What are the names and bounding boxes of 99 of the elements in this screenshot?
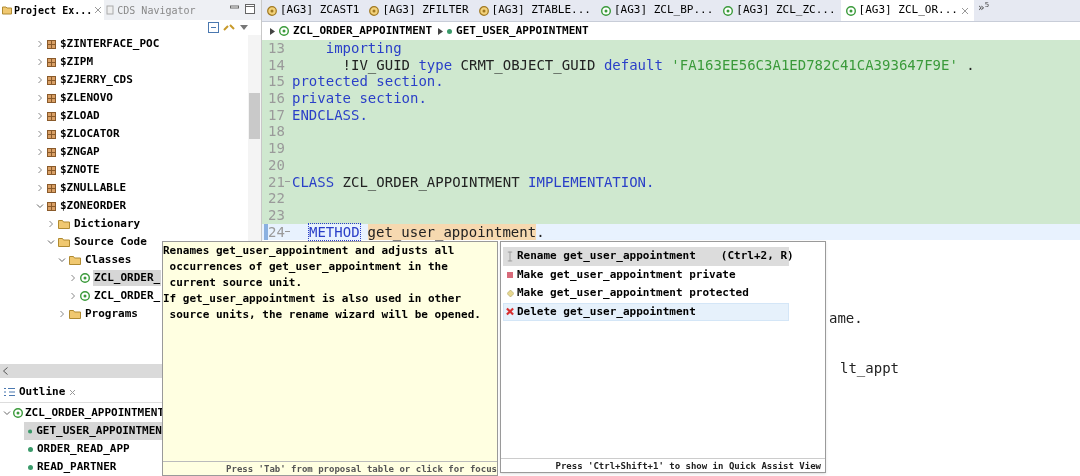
editor-tab[interactable]: [AG3] ZCL_OR...	[840, 0, 974, 21]
code-text: METHOD get_user_appointment.	[308, 223, 545, 241]
line-number: 18	[268, 123, 285, 141]
maximize-icon	[245, 4, 255, 14]
line-number: 24	[268, 223, 285, 241]
diamond-icon	[506, 289, 514, 297]
close-icon	[69, 388, 77, 396]
close-icon	[94, 6, 103, 14]
delete-icon	[506, 307, 514, 317]
outline-item[interactable]: GET_USER_APPOINTMEN	[24, 422, 162, 440]
class-icon	[845, 5, 856, 16]
method-icon	[28, 446, 33, 452]
package-icon	[47, 111, 56, 121]
quick-assist-item[interactable]: Make get_user_appointment private	[503, 265, 789, 284]
outline-item[interactable]: READ_PARTNER	[24, 458, 162, 476]
package-icon	[47, 147, 56, 157]
code-text: ENDCLASS.	[292, 106, 368, 124]
line-number: 23	[268, 206, 285, 224]
quick-assist-item[interactable]: Make get_user_appointment protected	[503, 284, 789, 303]
folder-icon	[69, 255, 81, 265]
editor-tab[interactable]: [AG3] ZCL_ZC...	[718, 0, 841, 21]
outline-item[interactable]: ZCL_ORDER_APPOINTMENT	[25, 404, 165, 422]
link-icon[interactable]	[223, 22, 235, 33]
editor-tab[interactable]: [AG3] ZTABLE...	[473, 0, 596, 21]
document-icon	[106, 5, 116, 15]
class-icon	[279, 26, 289, 36]
tree-item[interactable]: $ZJERRY_CDS	[59, 71, 134, 89]
outline-icon	[4, 387, 15, 397]
interface-icon	[478, 5, 489, 16]
line-number: 15	[268, 73, 285, 91]
tree-item[interactable]: $ZNOTE	[59, 161, 101, 179]
line-number: 21	[268, 173, 285, 191]
package-icon	[47, 129, 56, 139]
package-icon	[47, 183, 56, 193]
outline-item[interactable]: ORDER_READ_APP	[24, 440, 162, 458]
package-icon	[47, 165, 56, 175]
quick-assist-item[interactable]: Delete get_user_appointment	[503, 302, 789, 321]
code-text: private section.	[292, 90, 427, 107]
folder-icon	[69, 309, 81, 319]
breadcrumb-item[interactable]: GET_USER_APPOINTMENT	[456, 22, 589, 40]
tree-item[interactable]: $ZNGAP	[59, 143, 101, 161]
tree-item[interactable]: Dictionary	[73, 215, 142, 233]
close-icon	[960, 6, 969, 15]
line-number: 20	[268, 156, 285, 174]
package-icon	[47, 93, 56, 103]
tooltip-text: Renames get_user_appointment and adjusts all occurrences of get_user_appointment in the current source unit. If get_user_appointment is also used in other source units, the rename wizard will be opened.	[163, 243, 482, 323]
method-icon	[447, 28, 453, 34]
breadcrumb-arrow-icon	[438, 27, 444, 35]
breadcrumb-arrow-icon	[270, 27, 275, 35]
line-number: 22	[268, 190, 285, 207]
method-icon	[28, 464, 33, 470]
package-icon	[47, 75, 56, 85]
breadcrumb-item[interactable]: ZCL_ORDER_APPOINTMENT	[293, 22, 433, 40]
tree-item[interactable]: $ZINTERFACE_POC	[59, 35, 161, 53]
editor-tab[interactable]: [AG3] ZFILTER	[364, 0, 474, 21]
collapse-all-icon[interactable]	[208, 22, 219, 33]
package-icon	[47, 57, 56, 67]
interface-icon	[369, 5, 380, 16]
tree-item[interactable]: $ZLOCATOR	[59, 125, 121, 143]
line-number: 17	[268, 106, 285, 124]
tree-item[interactable]: $ZNULLABLE	[59, 179, 128, 197]
class-icon	[723, 5, 734, 16]
code-text: CLASS ZCL_ORDER_APPOINTMENT IMPLEMENTATION.	[292, 173, 655, 191]
code-text: ame.	[829, 310, 863, 327]
code-text: lt_appt	[840, 359, 899, 376]
panel-tab[interactable]: Project Ex...	[0, 0, 105, 20]
tree-item[interactable]: Classes	[84, 251, 133, 269]
line-number: 14	[268, 56, 285, 74]
editor-tab[interactable]: [AG3] ZCAST1	[262, 0, 365, 21]
package-icon	[47, 201, 56, 211]
rename-icon	[506, 250, 514, 262]
class-icon	[13, 408, 23, 418]
code-text: importing	[324, 40, 402, 57]
minimize-icon	[230, 4, 239, 10]
editor-tab[interactable]: [AG3] ZCL_BP...	[595, 0, 719, 21]
scroll-left-icon[interactable]	[3, 367, 8, 375]
tree-item[interactable]: ZCL_ORDER_	[93, 287, 162, 305]
square-icon	[507, 271, 513, 278]
tree-item[interactable]: $ZLENOVO	[59, 89, 114, 107]
line-number: 16	[268, 90, 285, 107]
folder-icon	[58, 237, 70, 247]
class-icon	[600, 5, 611, 16]
tree-item[interactable]: $ZLOAD	[59, 107, 101, 125]
tree-item[interactable]: ZCL_ORDER_	[93, 269, 162, 287]
tree-item[interactable]: $ZONEORDER	[59, 197, 128, 215]
tree-item[interactable]: Source Code	[73, 233, 148, 251]
tooltip-hint: Press 'Tab' from proposal table or click for focus	[226, 463, 497, 475]
line-number: 13	[268, 40, 285, 57]
interface-icon	[267, 5, 277, 16]
method-icon	[28, 428, 33, 434]
quick-assist-hint: Press 'Ctrl+Shift+1' to show in Quick Assist View	[555, 460, 821, 472]
folder-icon	[58, 219, 70, 229]
code-text: !IV_GUID type CRMT_OBJECT_GUID default 'FA163EE56C3A1ED782C41CA393647F9E' .	[341, 56, 975, 74]
line-number: 19	[268, 140, 285, 157]
package-icon	[47, 39, 56, 49]
tree-item[interactable]: Programs	[84, 305, 139, 323]
code-text: protected section.	[292, 73, 444, 91]
folder-icon	[2, 5, 12, 15]
tree-item[interactable]: $ZIPM	[59, 53, 95, 71]
